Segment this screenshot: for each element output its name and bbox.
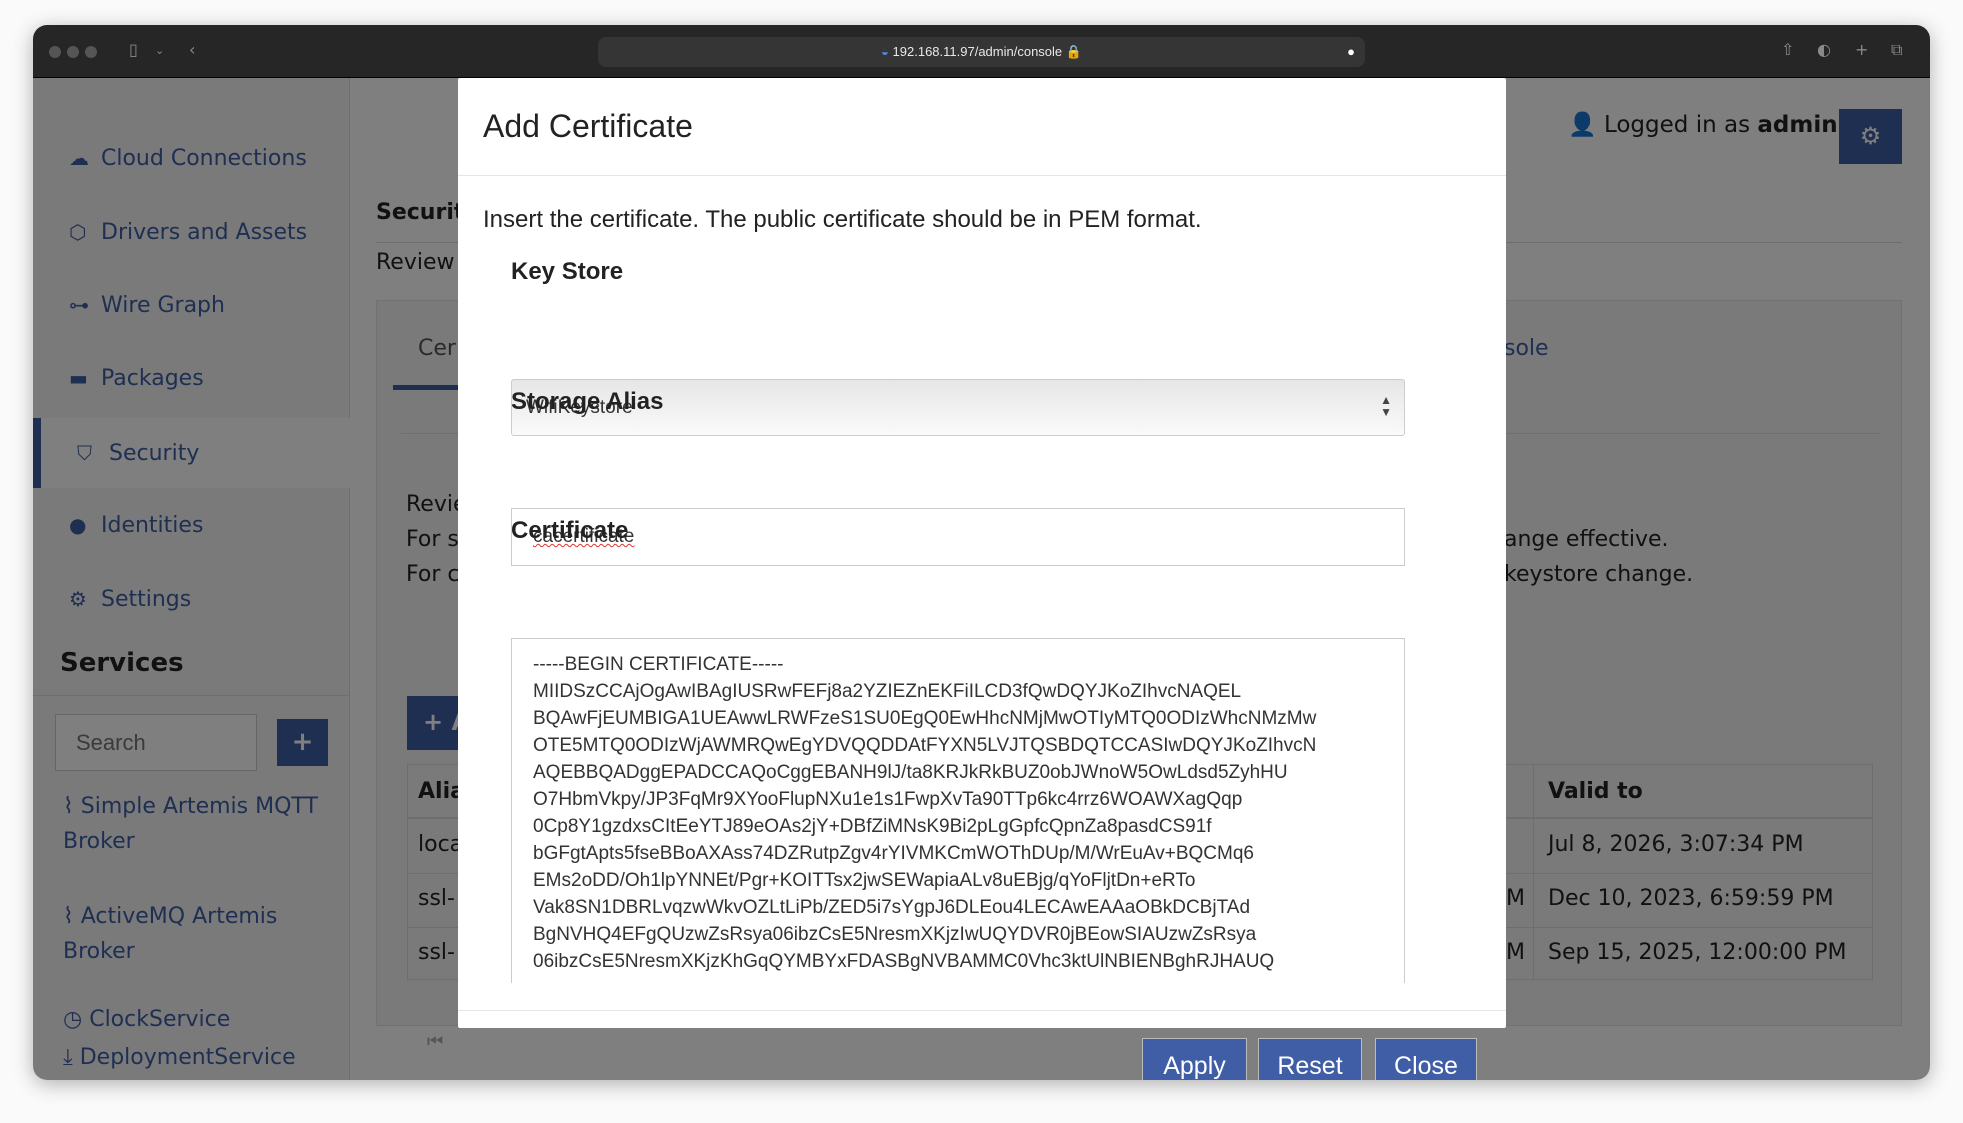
browser-window: ▯ ⌄ ‹ ◒ 192.168.11.97/admin/console 🔒 ● … (33, 25, 1930, 1080)
storage-alias-input[interactable]: cacertificate (511, 508, 1405, 566)
share-icon[interactable]: ⇧ (1781, 40, 1794, 59)
modal-description: Insert the certificate. The public certi… (483, 206, 1202, 233)
tabs-overview-icon[interactable]: ⧉ (1891, 40, 1902, 60)
site-icon: ◒ (881, 44, 889, 59)
zoom-window-dot[interactable] (85, 46, 97, 58)
close-button[interactable]: Close (1375, 1038, 1477, 1080)
certificate-label: Certificate (511, 517, 629, 544)
storage-alias-label: Storage Alias (511, 388, 664, 415)
back-icon[interactable]: ‹ (189, 40, 195, 59)
more-icon[interactable]: ● (1347, 37, 1355, 67)
chevron-down-icon[interactable]: ⌄ (155, 44, 164, 57)
new-tab-icon[interactable]: + (1855, 40, 1868, 59)
lock-icon: 🔒 (1065, 44, 1082, 59)
reset-button[interactable]: Reset (1258, 1038, 1362, 1080)
keystore-label: Key Store (511, 258, 624, 285)
add-certificate-modal: Add Certificate Insert the certificate. … (458, 78, 1506, 1080)
extension-icon[interactable]: ◐ (1817, 40, 1831, 59)
modal-title: Add Certificate (458, 78, 1506, 176)
close-window-dot[interactable] (49, 46, 61, 58)
sidebar-toggle-icon[interactable]: ▯ (129, 40, 138, 59)
select-arrows-icon: ▲ ▼ (1380, 393, 1392, 419)
address-bar[interactable]: ◒ 192.168.11.97/admin/console 🔒 ● (598, 37, 1365, 67)
certificate-textarea[interactable]: -----BEGIN CERTIFICATE----- MIIDSzCCAjOg… (511, 638, 1405, 983)
modal-footer-divider (458, 1010, 1506, 1011)
browser-titlebar: ▯ ⌄ ‹ ◒ 192.168.11.97/admin/console 🔒 ● … (33, 25, 1930, 78)
url-text: 192.168.11.97/admin/console (892, 44, 1063, 59)
minimize-window-dot[interactable] (67, 46, 79, 58)
apply-button[interactable]: Apply (1142, 1038, 1247, 1080)
